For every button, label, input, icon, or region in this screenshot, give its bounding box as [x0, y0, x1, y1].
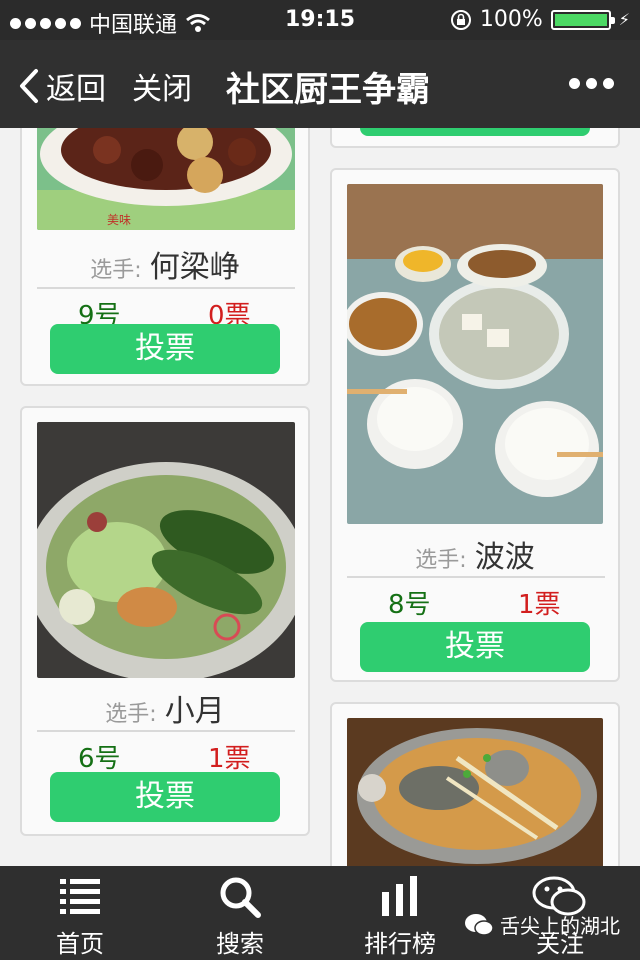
divider [347, 576, 605, 578]
contestant-card [330, 128, 620, 148]
tab-label: 排行榜 [364, 930, 436, 958]
tab-home[interactable]: 首页 [20, 866, 140, 960]
more-icon[interactable] [569, 78, 614, 89]
vote-button[interactable] [360, 128, 590, 136]
watermark: 舌尖上的湖北 [464, 910, 620, 939]
rotation-lock-icon [450, 9, 471, 30]
tab-ranking[interactable]: 排行榜 [340, 866, 460, 960]
battery-percent: 100% [479, 7, 543, 32]
tab-label: 首页 [56, 930, 104, 958]
vote-button[interactable]: 投票 [50, 772, 280, 822]
divider [37, 730, 295, 732]
watermark-text: 舌尖上的湖北 [500, 914, 620, 938]
dish-photo[interactable] [347, 184, 603, 524]
navbar: 返回 关闭 社区厨王争霸 [0, 40, 640, 128]
player-name: 波波 [474, 540, 535, 575]
contestant-number: 6号 [78, 744, 121, 774]
status-right: 100% ⚡ [450, 7, 630, 32]
player-label: 选手: [105, 702, 157, 727]
chevron-left-icon [20, 69, 38, 103]
divider [37, 287, 295, 289]
tab-search[interactable]: 搜索 [180, 866, 300, 960]
player-name: 小月 [164, 694, 225, 729]
contestant-card: 选手: 小月 6号 1票 投票 [20, 406, 310, 836]
bar-chart-icon [340, 876, 460, 920]
player-name-row: 选手: 小月 [22, 686, 308, 730]
vote-button[interactable]: 投票 [360, 622, 590, 672]
status-bar: 中国联通 19:15 100% ⚡ [0, 0, 640, 40]
contestant-card: 选手: 波波 8号 1票 投票 [330, 168, 620, 682]
dish-photo[interactable]: 美味 [37, 128, 295, 230]
vote-count: 1票 [518, 590, 561, 620]
close-button[interactable]: 关闭 [132, 64, 192, 108]
dish-photo[interactable] [347, 718, 603, 866]
player-name-row: 选手: 何梁峥 [22, 242, 308, 286]
player-name-row: 选手: 波波 [332, 532, 618, 576]
page-title: 社区厨王争霸 [226, 70, 430, 110]
back-button[interactable]: 返回 [18, 64, 106, 108]
list-icon [20, 876, 140, 920]
player-label: 选手: [90, 258, 142, 283]
contestant-grid[interactable]: 美味 选手: 何梁峥 9号 0票 投票 选手: 小月 6号 1票 投票 选手: … [0, 128, 640, 866]
charging-icon: ⚡ [618, 10, 630, 29]
vote-button[interactable]: 投票 [50, 324, 280, 374]
tab-bar: 首页 搜索 排行榜 关注 舌尖上的湖北 [0, 866, 640, 960]
wechat-logo-icon [465, 913, 494, 936]
back-label: 返回 [46, 72, 106, 107]
vote-count: 1票 [208, 744, 251, 774]
contestant-card [330, 702, 620, 866]
battery-icon [550, 9, 615, 30]
tab-label: 搜索 [216, 930, 264, 958]
svg-text:美味: 美味 [107, 213, 131, 227]
search-icon [180, 876, 300, 920]
player-label: 选手: [415, 548, 467, 573]
player-name: 何梁峥 [149, 250, 240, 285]
contestant-number: 8号 [388, 590, 431, 620]
dish-photo[interactable] [37, 422, 295, 678]
contestant-card: 美味 选手: 何梁峥 9号 0票 投票 [20, 128, 310, 386]
